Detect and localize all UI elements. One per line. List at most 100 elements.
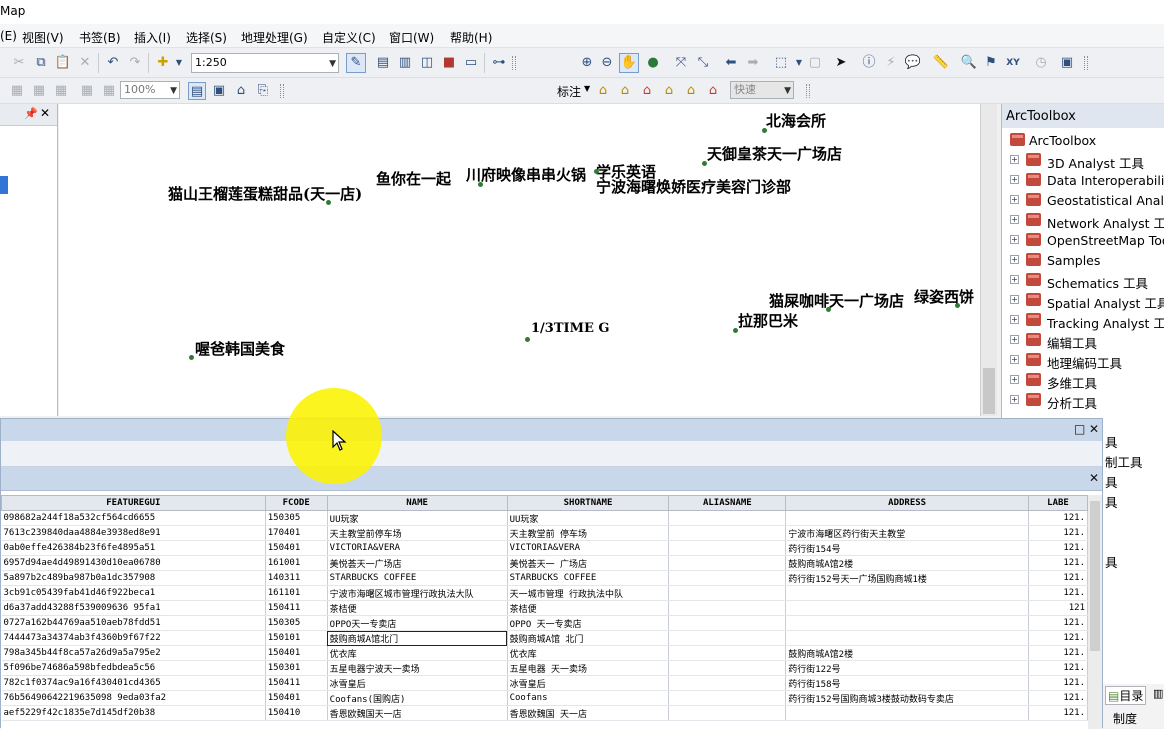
quick-style-combo[interactable]: 快速 ▼ — [730, 81, 794, 99]
table-row[interactable]: 5f096be74686a598bfedbdea5c56 150301 五星电器宁波… — [1, 660, 1088, 676]
layout-zoom-out-icon[interactable]: ▦ — [52, 82, 70, 100]
cell-address[interactable]: 药行街122号 — [785, 660, 1030, 676]
tree-item-partial[interactable]: 制工具 — [1105, 452, 1143, 471]
cell-featuregui[interactable]: 782c1f0374ac9a16f430401cd4365 — [1, 675, 266, 691]
cell-address[interactable] — [785, 705, 1030, 721]
clear-selection-icon[interactable]: ▢ — [806, 54, 824, 72]
tree-item-partial[interactable]: 具 — [1105, 552, 1118, 571]
zoom-in-icon[interactable]: ⊕ — [578, 54, 596, 72]
maximize-icon[interactable]: □ — [1074, 422, 1085, 436]
grid-vertical-scrollbar[interactable] — [1088, 495, 1102, 729]
cell-label[interactable]: 121. — [1028, 525, 1088, 541]
table-row[interactable]: 798a345b44f8ca57a26d9a5a795e2 150401 优衣库 优衣… — [1, 645, 1088, 661]
full-extent-icon[interactable]: ● — [644, 54, 662, 72]
cell-address[interactable]: 药行街158号 — [785, 675, 1030, 691]
table-row[interactable]: 76b56490642219635098 9eda03fa2 150401 Coof… — [1, 690, 1088, 706]
cell-label[interactable]: 121. — [1028, 705, 1088, 721]
cut-icon[interactable]: ✂ — [10, 54, 28, 72]
cell-aliasname[interactable] — [668, 585, 787, 601]
menu-geoprocessing[interactable]: 地理处理(G) — [241, 29, 308, 46]
fixed-zoom-in-icon[interactable]: ⤧ — [672, 54, 690, 72]
cell-name[interactable]: 宁波市海曙区城市管理行政执法大队 — [327, 585, 508, 601]
cell-featuregui[interactable]: 76b56490642219635098 9eda03fa2 — [1, 690, 266, 706]
layout-pan-icon[interactable]: ▦ — [78, 82, 96, 100]
tree-item-schematics[interactable]: + Schematics 工具 — [1002, 271, 1164, 291]
table-row[interactable]: d6a37add43288f539009636 95fa1 150411 茶桔便 茶桔… — [1, 600, 1088, 616]
cell-featuregui[interactable]: d6a37add43288f539009636 95fa1 — [1, 600, 266, 616]
focus-data-frame-icon[interactable]: ▣ — [210, 82, 228, 100]
cell-address[interactable]: 药行街152号天一广场国购商城1楼 — [785, 570, 1030, 586]
cell-fcode[interactable]: 150101 — [265, 630, 328, 646]
close-icon[interactable]: ✕ — [1089, 422, 1099, 436]
attribute-table-titlebar[interactable]: □ ✕ — [1, 419, 1102, 441]
create-viewer-icon[interactable]: ▣ — [1058, 54, 1076, 72]
attribute-grid[interactable]: FEATUREGUI FCODE NAME SHORTNAME ALIASNAM… — [1, 495, 1088, 729]
cell-label[interactable]: 121. — [1028, 690, 1088, 706]
toc-selected-item[interactable] — [0, 176, 8, 194]
search-window-icon[interactable]: ◫ — [418, 54, 436, 72]
tree-item-geocoding[interactable]: + 地理编码工具 — [1002, 351, 1164, 371]
cell-featuregui[interactable]: 0ab0effe426384b23f6fe4895a51 — [1, 540, 266, 556]
forward-extent-icon[interactable]: ➡ — [744, 54, 762, 72]
cell-label[interactable]: 121. — [1028, 555, 1088, 571]
fixed-zoom-out-icon[interactable]: ⤡ — [694, 54, 712, 72]
extra-tab[interactable]: 制度 — [1113, 710, 1137, 727]
pan-icon[interactable]: ✋ — [619, 53, 639, 73]
menu-windows[interactable]: 窗口(W) — [389, 29, 434, 46]
expand-icon[interactable]: + — [1010, 215, 1019, 224]
expand-icon[interactable]: + — [1010, 195, 1019, 204]
layout-tool-icon[interactable]: ▦ — [8, 82, 26, 100]
cell-name[interactable]: 美悦荟天一广场店 — [327, 555, 508, 571]
model-builder-icon[interactable]: ⊶ — [490, 54, 508, 72]
table-window-icon[interactable]: ▤ — [374, 54, 392, 72]
cell-label[interactable]: 121. — [1028, 570, 1088, 586]
cell-label[interactable]: 121. — [1028, 630, 1088, 646]
cell-shortname[interactable]: UU玩家 — [507, 510, 670, 526]
label-priority-icon[interactable]: ⌂ — [616, 82, 634, 100]
tree-item-partial[interactable]: 具 — [1105, 472, 1118, 491]
map-display[interactable]: 北海会所 天御皇茶天一广场店 鱼你在一起 川府映像串串火锅 学乐英语 宁波海曙焕… — [59, 104, 980, 416]
cell-fcode[interactable]: 150301 — [265, 660, 328, 676]
expand-icon[interactable]: + — [1010, 315, 1019, 324]
cell-fcode[interactable]: 140311 — [265, 570, 328, 586]
time-slider-icon[interactable]: ◷ — [1032, 54, 1050, 72]
tree-item-3d-analyst[interactable]: +3D Analyst 工具 — [1002, 151, 1164, 171]
expand-icon[interactable]: + — [1010, 375, 1019, 384]
column-header-name[interactable]: NAME — [326, 495, 508, 511]
cell-fcode[interactable]: 150401 — [265, 540, 328, 556]
column-header-featuregui[interactable]: FEATUREGUI — [1, 495, 266, 511]
menu-insert[interactable]: 插入(I) — [134, 29, 171, 46]
paste-icon[interactable]: 📋 — [54, 54, 72, 72]
map-point[interactable] — [826, 307, 831, 312]
expand-icon[interactable]: + — [1010, 295, 1019, 304]
zoom-out-icon[interactable]: ⊖ — [598, 54, 616, 72]
tree-item-multidimension[interactable]: + 多维工具 — [1002, 371, 1164, 391]
tree-item-geostatistical[interactable]: + Geostatistical Analys — [1002, 191, 1164, 211]
expand-icon[interactable]: + — [1010, 395, 1019, 404]
tree-item-data-interoperability[interactable]: + Data Interoperability — [1002, 171, 1164, 191]
toolbox-icon[interactable]: ■ — [440, 54, 458, 72]
cell-label[interactable]: 121. — [1028, 645, 1088, 661]
cell-fcode[interactable]: 150305 — [265, 510, 328, 526]
cell-name[interactable]: 天主教堂前停车场 — [327, 525, 508, 541]
cell-address[interactable] — [785, 615, 1030, 631]
toggle-draft-mode-icon[interactable]: ▤ — [188, 82, 206, 100]
cell-shortname[interactable]: 天一城市管理 行政执法中队 — [507, 585, 670, 601]
cell-address[interactable]: 鼓购商城A馆2楼 — [785, 645, 1030, 661]
expand-icon[interactable]: + — [1010, 335, 1019, 344]
cell-shortname[interactable]: 鼓购商城A馆 北门 — [507, 630, 670, 646]
menu-help[interactable]: 帮助(H) — [450, 29, 492, 46]
convert-labels-icon[interactable]: ⌂ — [704, 82, 722, 100]
cell-fcode[interactable]: 150305 — [265, 615, 328, 631]
scrollbar-thumb[interactable] — [983, 368, 995, 414]
cell-address[interactable] — [785, 630, 1030, 646]
tree-item-analysis[interactable]: + 分析工具 — [1002, 391, 1164, 411]
table-row[interactable]: 0727a162b44769aa510aeb78fdd51 150305 OPPO天… — [1, 615, 1088, 631]
cell-shortname[interactable]: OPPO 天一专卖店 — [507, 615, 670, 631]
map-point[interactable] — [189, 355, 194, 360]
cell-fcode[interactable]: 150410 — [265, 705, 328, 721]
map-point[interactable] — [525, 337, 530, 342]
cell-aliasname[interactable] — [668, 525, 787, 541]
cell-aliasname[interactable] — [668, 645, 787, 661]
delete-icon[interactable]: ✕ — [76, 54, 94, 72]
